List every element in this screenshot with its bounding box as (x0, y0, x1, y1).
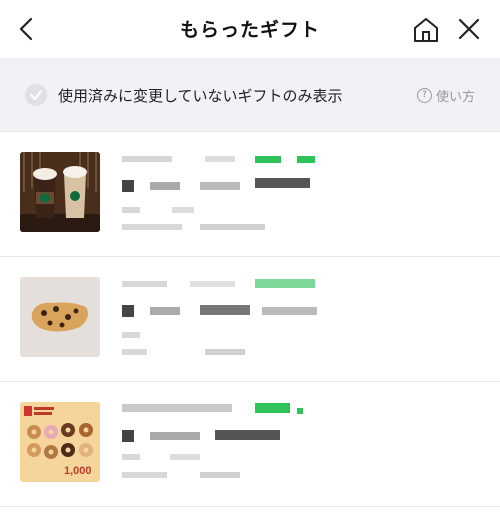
redacted-text (150, 307, 180, 315)
redacted-text (200, 182, 240, 190)
divider (0, 506, 500, 507)
redacted-text (262, 307, 317, 315)
gift-item[interactable] (0, 132, 500, 256)
redacted-text (297, 408, 303, 414)
price-label: 1,000 (64, 465, 92, 477)
redacted-text (255, 279, 315, 288)
redacted-text (122, 207, 140, 213)
redacted-text (255, 403, 290, 413)
redacted-text (122, 281, 167, 287)
how-to-label: 使い方 (436, 90, 476, 105)
redacted-text (122, 349, 147, 355)
redacted-text (122, 305, 134, 317)
redacted-text (255, 156, 281, 163)
redacted-text (215, 430, 280, 440)
redacted-text (170, 454, 200, 460)
redacted-text (205, 349, 245, 355)
close-icon[interactable] (456, 16, 482, 42)
redacted-text (122, 180, 134, 192)
redacted-text (200, 472, 240, 478)
redacted-text (122, 332, 140, 338)
redacted-text (122, 472, 167, 478)
home-icon[interactable] (412, 16, 440, 44)
redacted-text (190, 281, 235, 287)
redacted-text (150, 432, 200, 440)
question-circle-icon: ? (417, 88, 432, 103)
redacted-text (122, 156, 172, 162)
redacted-text (297, 156, 315, 163)
redacted-text (200, 305, 250, 315)
gift-item[interactable] (0, 257, 500, 381)
header-bar: もらったギフト (0, 0, 500, 58)
how-to-link[interactable]: ? 使い方 (417, 86, 475, 105)
gift-thumbnail: 1,000 (20, 402, 100, 482)
gift-item[interactable]: 1,000 (0, 382, 500, 506)
redacted-text (255, 178, 310, 188)
redacted-text (122, 224, 182, 230)
gift-thumbnail (20, 152, 100, 232)
used-filter-checkbox[interactable] (25, 84, 47, 106)
redacted-text (122, 404, 232, 412)
gift-thumbnail (20, 277, 100, 357)
used-filter-label: 使用済みに変更していないギフトのみ表示 (58, 87, 343, 105)
redacted-text (122, 430, 134, 442)
redacted-text (150, 182, 180, 190)
redacted-text (122, 454, 140, 460)
redacted-text (172, 207, 194, 213)
redacted-text (205, 156, 235, 162)
redacted-text (200, 224, 265, 230)
checkmark-icon (30, 90, 42, 100)
